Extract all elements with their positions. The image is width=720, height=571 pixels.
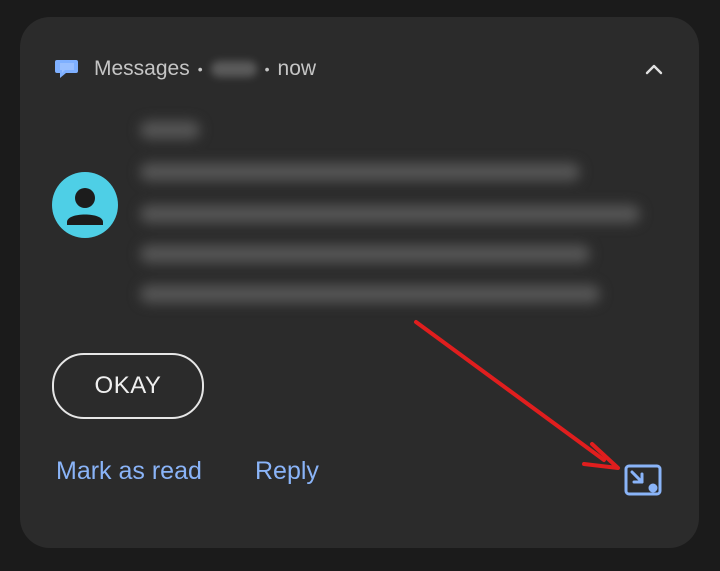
picture-in-picture-bubble-icon: [624, 464, 662, 496]
avatar: [52, 172, 118, 238]
mark-as-read-button[interactable]: Mark as read: [56, 457, 202, 486]
okay-button[interactable]: OKAY: [52, 353, 204, 419]
notification-card[interactable]: Messages • • now OKAY Mark as read Reply: [20, 17, 699, 548]
person-icon: [67, 188, 103, 225]
screen: Messages • • now OKAY Mark as read Reply: [0, 0, 720, 571]
notification-time: now: [277, 57, 317, 80]
collapse-button[interactable]: [640, 55, 668, 83]
reply-button[interactable]: Reply: [255, 457, 319, 486]
chevron-up-icon: [645, 64, 663, 75]
redacted-message-body: [132, 105, 652, 305]
header-separator-2: •: [264, 61, 270, 77]
app-name: Messages: [94, 57, 190, 80]
popout-bubble-button[interactable]: [624, 463, 664, 499]
notification-header: Messages • • now: [54, 53, 316, 85]
header-separator: •: [197, 61, 203, 77]
redacted-sender: [210, 61, 257, 77]
messages-bubble-icon: [55, 60, 78, 78]
